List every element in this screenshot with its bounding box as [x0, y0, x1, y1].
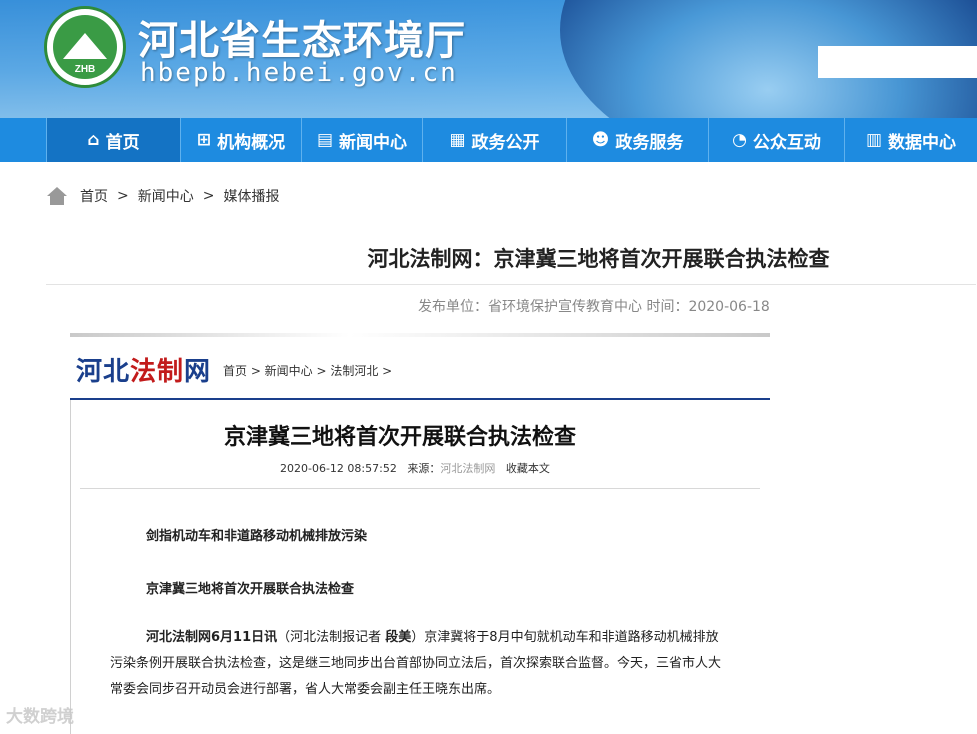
embed-breadcrumb: 首页 > 新闻中心 > 法制河北 >	[223, 364, 393, 378]
nav-label: 首页	[105, 132, 140, 153]
home-icon[interactable]	[46, 187, 68, 205]
header-banner: ZHB 河北省生态环境厅 hbepb.hebei.gov.cn	[0, 0, 977, 118]
people-icon: ☻	[591, 130, 610, 150]
breadcrumb-item-media[interactable]: 媒体播报	[223, 186, 279, 206]
embed-left-border	[70, 400, 71, 734]
article-title: 河北法制网：京津冀三地将首次开展联合执法检查	[367, 247, 830, 271]
embed-logo: 河北法制网	[76, 351, 211, 388]
embed-logo-part: 网	[184, 357, 212, 387]
divider	[46, 284, 976, 285]
nav-label: 机构概况	[217, 132, 286, 153]
embedded-article-image: 河北法制网 首页 > 新闻中心 > 法制河北 > 京津冀三地将首次开展联合执法检…	[70, 333, 770, 734]
watermark: 大数跨境	[6, 707, 74, 727]
news-icon: ▤	[316, 130, 334, 150]
embed-meta-datetime: 2020-06-12 08:57:52	[280, 462, 397, 475]
nav-item-data-center[interactable]: ▥ 数据中心	[844, 118, 977, 162]
nav-label: 政务服务	[615, 132, 684, 153]
nav-label: 公众互动	[752, 132, 821, 153]
article-meta: 发布单位：省环境保护宣传教育中心 时间：2020-06-18	[418, 299, 770, 315]
logo-emblem: ZHB	[53, 15, 117, 79]
book-icon: ▥	[865, 130, 883, 150]
nav-item-news[interactable]: ▤ 新闻中心	[301, 118, 422, 162]
nav-item-home[interactable]: ⌂ 首页	[46, 118, 180, 162]
embed-title: 京津冀三地将首次开展联合执法检查	[223, 425, 576, 450]
breadcrumb-item-home[interactable]: 首页	[80, 186, 108, 206]
breadcrumb-item-news[interactable]: 新闻中心	[138, 186, 194, 206]
home-icon: ⌂	[87, 130, 100, 150]
embed-divider	[80, 488, 760, 489]
embed-logo-part: 河北	[76, 357, 131, 387]
nav-item-gov-affairs[interactable]: ▦ 政务公开	[422, 118, 566, 162]
embed-meta: 2020-06-12 08:57:52 来源：河北法制网 收藏本文	[280, 460, 550, 476]
embed-para-lead: 河北法制网6月11日讯	[146, 630, 278, 645]
mountain-icon	[63, 33, 107, 59]
embed-meta-source: 河北法制网	[440, 462, 496, 475]
logo-text: ZHB	[74, 64, 96, 75]
embed-heading: 京津冀三地将首次开展联合执法检查	[146, 582, 355, 597]
embed-top-bar	[70, 333, 770, 337]
breadcrumb: 首页 > 新闻中心 > 媒体播报	[46, 186, 279, 206]
document-icon: ▦	[449, 130, 466, 150]
chat-icon: ◔	[732, 130, 747, 150]
main-nav: ⌂ 首页 ⊞ 机构概况 ▤ 新闻中心 ▦ 政务公开 ☻ 政务服务 ◔ 公众互动 …	[0, 118, 977, 162]
embed-para-text: （河北法制报记者	[277, 630, 386, 645]
embed-meta-source-label: 来源：	[407, 462, 441, 475]
embed-para-reporter: 段美	[385, 630, 412, 645]
embed-meta-collect: 收藏本文	[505, 462, 550, 475]
org-chart-icon: ⊞	[196, 130, 212, 150]
embed-divider	[70, 398, 770, 400]
site-logo[interactable]: ZHB	[44, 6, 126, 88]
page-root: ZHB 河北省生态环境厅 hbepb.hebei.gov.cn ⌂ 首页 ⊞ 机…	[0, 0, 977, 734]
nav-item-organization[interactable]: ⊞ 机构概况	[180, 118, 301, 162]
embed-logo-part: 法制	[130, 357, 185, 387]
nav-label: 新闻中心	[339, 132, 408, 153]
nav-label: 数据中心	[888, 132, 957, 153]
breadcrumb-separator: >	[202, 188, 215, 204]
embed-paragraph: 河北法制网6月11日讯（河北法制报记者 段美）京津冀将于8月中旬就机动车和非道路…	[110, 625, 730, 703]
breadcrumb-separator: >	[117, 188, 129, 204]
nav-label: 政务公开	[471, 132, 540, 153]
site-url: hbepb.hebei.gov.cn	[140, 58, 458, 88]
embed-heading: 剑指机动车和非道路移动机械排放污染	[146, 529, 368, 544]
nav-item-services[interactable]: ☻ 政务服务	[566, 118, 708, 162]
nav-item-interaction[interactable]: ◔ 公众互动	[708, 118, 844, 162]
search-input[interactable]	[818, 46, 977, 78]
